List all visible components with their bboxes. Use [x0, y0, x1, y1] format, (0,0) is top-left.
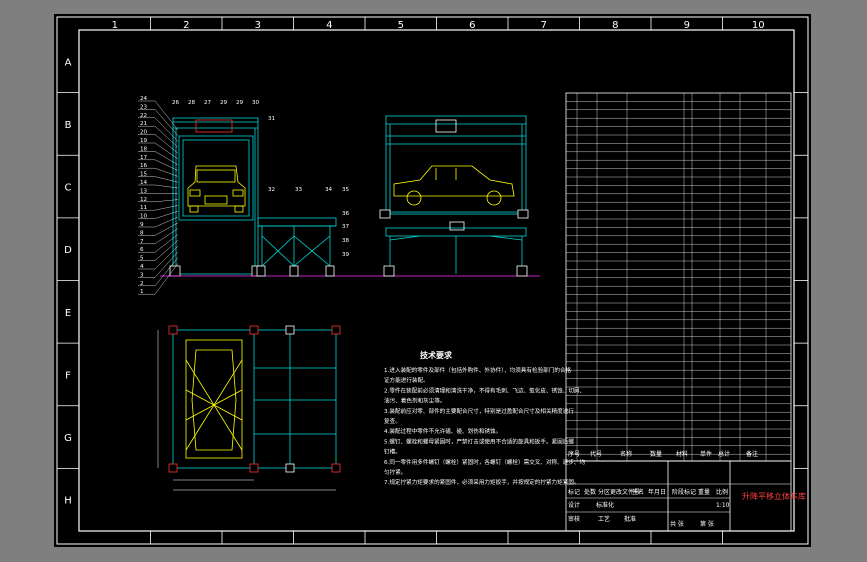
- parts-header-cell: 序号: [568, 450, 580, 458]
- zone-number-top: 4: [326, 20, 332, 31]
- leader-label: 14: [140, 180, 148, 186]
- note-line: 钉槽。: [384, 448, 401, 456]
- leader-label: 16: [140, 163, 148, 169]
- parts-header-cell: 材料: [676, 450, 688, 458]
- zone-number-top: 9: [684, 20, 690, 31]
- zone-letter-left: D: [64, 245, 72, 256]
- leader-label: 15: [140, 172, 148, 178]
- leader-label: 28: [188, 100, 196, 106]
- note-line: 匀拧紧。: [384, 468, 406, 476]
- title-block-cell: 设计: [568, 501, 580, 509]
- parts-header-cell: 备注: [746, 450, 758, 458]
- title-block-cell: 标准化: [596, 501, 614, 509]
- parts-header-cell: 代号: [590, 450, 602, 458]
- leader-label: 17: [140, 155, 148, 161]
- drawing-canvas: [54, 14, 811, 547]
- zone-letter-left: F: [65, 370, 71, 381]
- note-line: 油污、着色剂和灰尘等。: [384, 397, 446, 405]
- note-line: 5.螺钉、螺栓和螺母紧固时，严禁打击或使用不合适的旋具和扳手。紧固后螺: [384, 437, 574, 445]
- title-block-cell: 年月日: [648, 488, 666, 496]
- zone-number-top: 8: [612, 20, 618, 31]
- title-block-cell: 重量: [698, 488, 710, 496]
- title-block-cell: 标记: [568, 488, 580, 496]
- title-block-cell: 共 张: [670, 520, 684, 528]
- note-line: 4.装配过程中零件不允许磕、碰、划伤和锈蚀。: [384, 427, 501, 435]
- title-block-cell: 分区: [598, 488, 610, 496]
- leader-label: 26: [172, 100, 180, 106]
- zone-number-top: 10: [752, 20, 765, 31]
- leader-label: 24: [140, 96, 148, 102]
- leader-label: 31: [268, 116, 276, 122]
- title-block-cell: 审核: [568, 515, 580, 523]
- notes-title: 技术要求: [420, 350, 453, 360]
- note-line: 3.装配前应对零、部件的主要配合尺寸，特别是过盈配合尺寸及相关精度进行: [384, 407, 574, 415]
- note-line: 证方能进行装配。: [384, 376, 429, 384]
- parts-header-cell: 单件: [700, 450, 712, 458]
- leader-label: 22: [140, 113, 147, 119]
- leader-label: 20: [140, 130, 148, 136]
- parts-header-cell: 数量: [650, 450, 662, 458]
- title-block-cell: 第 张: [700, 520, 714, 528]
- leader-label: 33: [295, 187, 303, 193]
- leader-label: 39: [342, 252, 350, 258]
- leader-label: 38: [342, 238, 350, 244]
- title-block-cell: 比例: [716, 488, 728, 496]
- leader-label: 1: [140, 289, 144, 295]
- cad-drawing-sheet: 1 2 3 4 5 6 7 8 9 10 ABCDEFGH 2423222120…: [0, 0, 867, 562]
- zone-letter-left: H: [64, 496, 72, 507]
- note-line: 7.规定拧紧力矩要求的紧固件，必须采用力矩扳手，并按规定的拧紧力矩紧固。: [384, 478, 580, 486]
- leader-label: 2: [140, 281, 144, 287]
- zone-letter-left: B: [65, 120, 72, 131]
- leader-label: 29: [236, 100, 244, 106]
- leader-label: 37: [342, 224, 350, 230]
- leader-label: 23: [140, 104, 148, 110]
- leader-label: 30: [252, 100, 260, 106]
- title-block-cell: 1:10: [716, 502, 730, 509]
- leader-label: 5: [140, 256, 144, 262]
- leader-label: 13: [140, 188, 148, 194]
- parts-header-cell: 名称: [620, 450, 632, 458]
- zone-number-top: 6: [469, 20, 475, 31]
- leader-label: 12: [140, 197, 147, 203]
- note-line: 6.同一零件用多件螺钉（螺栓）紧固时，各螺钉（螺栓）需交叉、对称、逐步、均: [384, 458, 586, 466]
- leader-label: 36: [342, 211, 350, 217]
- leader-label: 9: [140, 222, 144, 228]
- leader-label: 35: [342, 187, 350, 193]
- leader-label: 18: [140, 146, 148, 152]
- leader-label: 11: [140, 205, 148, 211]
- title-block-cell: 批准: [624, 515, 636, 523]
- note-line: 复查。: [384, 417, 401, 425]
- leader-label: 27: [204, 100, 212, 106]
- zone-letter-left: E: [65, 308, 71, 319]
- note-line: 2.零件在装配前必须清理和清洗干净，不得有毛刺、飞边、氧化皮、锈蚀、切屑、: [384, 386, 585, 394]
- leader-label: 10: [140, 214, 148, 220]
- leader-label: 6: [140, 247, 144, 253]
- title-block-cell: 签名: [632, 488, 644, 496]
- title-block-cell: 阶段标记: [672, 488, 696, 496]
- title-block-cell: 处数: [584, 488, 596, 496]
- parts-header-cell: 总计: [718, 450, 730, 458]
- title-block-cell: 工艺: [598, 515, 610, 523]
- zone-number-top: 1: [112, 20, 118, 31]
- leader-label: 7: [140, 239, 144, 245]
- zone-number-top: 3: [255, 20, 261, 31]
- leader-label: 32: [268, 187, 275, 193]
- leader-label: 19: [140, 138, 148, 144]
- leader-label: 29: [220, 100, 228, 106]
- drawing-name: 升降平移立体车库: [742, 491, 806, 501]
- leader-label: 34: [325, 187, 333, 193]
- leader-label: 3: [140, 272, 144, 278]
- leader-label: 21: [140, 121, 148, 127]
- zone-number-top: 5: [398, 20, 404, 31]
- zone-letter-left: G: [64, 433, 72, 444]
- leader-label: 8: [140, 230, 144, 236]
- zone-letter-left: A: [65, 57, 72, 68]
- zone-letter-left: C: [65, 183, 72, 194]
- leader-label: 4: [140, 264, 144, 270]
- zone-number-top: 7: [541, 20, 547, 31]
- zone-number-top: 2: [183, 20, 189, 31]
- note-line: 1.进入装配的零件及部件（包括外购件、外协件），均须具有检验部门的合格: [384, 366, 572, 374]
